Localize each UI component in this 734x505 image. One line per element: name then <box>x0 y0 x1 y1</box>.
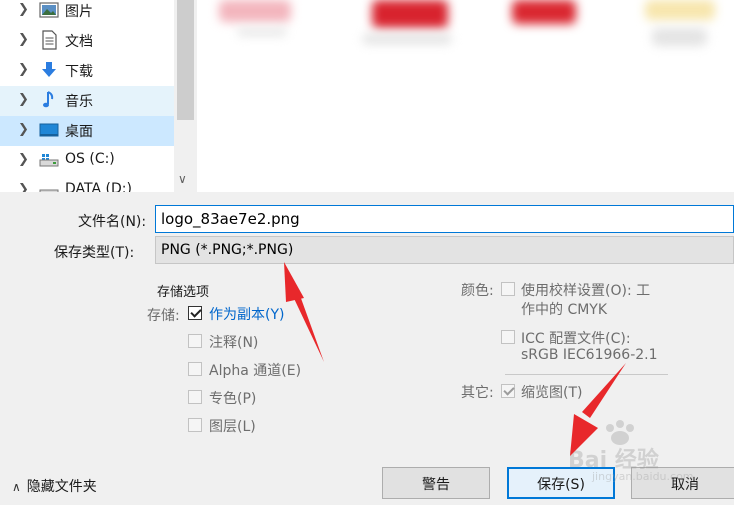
baidu-watermark: Bai 经验 jingyan.baidu.com <box>562 420 712 490</box>
tree-item-label: 桌面 <box>65 124 93 140</box>
tree-item-label: 下载 <box>65 64 93 80</box>
chevron-right-icon[interactable]: ❯ <box>18 62 29 77</box>
hide-folders-toggle[interactable]: ∧ 隐藏文件夹 <box>12 476 97 496</box>
chevron-up-icon: ∧ <box>12 480 21 494</box>
icc-profile-label-line1: ICC 配置文件(C): <box>521 331 631 347</box>
tree-item-desktop[interactable]: ❯ 桌面 <box>0 116 174 146</box>
music-note-icon <box>43 91 54 108</box>
as-copy-checkbox[interactable] <box>188 306 202 320</box>
arrow-to-filetype <box>284 262 324 362</box>
filename-input[interactable] <box>155 205 734 233</box>
as-copy-label[interactable]: 作为副本(Y) <box>209 304 284 324</box>
store-label: 存储: <box>147 308 180 324</box>
file-caption-blur <box>237 28 287 36</box>
desktop-icon <box>39 123 59 137</box>
chevron-right-icon[interactable]: ❯ <box>18 92 29 107</box>
chevron-right-icon[interactable]: ❯ <box>18 122 29 137</box>
tree-item-downloads[interactable]: ❯ 下载 <box>0 56 174 86</box>
filetype-value: PNG (*.PNG;*.PNG) <box>161 242 294 258</box>
proof-setup-label-line2: 作中的 CMYK <box>521 302 608 318</box>
spot-color-label: 专色(P) <box>209 391 257 407</box>
layers-label: 图层(L) <box>209 419 256 435</box>
tree-item-label: 图片 <box>65 4 93 20</box>
file-list-pane <box>197 0 734 192</box>
windows-drive-icon <box>39 154 59 167</box>
downloads-arrow-icon <box>42 62 56 77</box>
file-thumbnail[interactable] <box>512 0 576 24</box>
thumbnail-label: 缩览图(T) <box>521 385 583 401</box>
file-caption-blur <box>362 34 452 44</box>
tree-item-label: 文档 <box>65 34 93 50</box>
navigation-tree: ❯ 图片 ❯ 文档 ❯ 下载 ❯ 音乐 ❯ 桌面 ❯ OS (C:) ❯ DAT… <box>0 0 174 192</box>
file-thumbnail[interactable] <box>645 0 715 20</box>
filetype-select[interactable]: PNG (*.PNG;*.PNG) <box>155 236 734 264</box>
tree-item-music[interactable]: ❯ 音乐 <box>0 86 174 116</box>
color-label: 颜色: <box>461 283 494 299</box>
other-label: 其它: <box>461 385 494 401</box>
tree-item-label: DATA (D:) <box>65 181 132 192</box>
alpha-channel-checkbox <box>188 362 202 376</box>
filetype-label: 保存类型(T): <box>54 245 135 261</box>
pictures-folder-icon <box>39 2 59 18</box>
proof-setup-checkbox <box>501 282 515 296</box>
tree-item-label: OS (C:) <box>65 151 115 167</box>
file-thumbnail[interactable] <box>219 0 291 22</box>
chevron-right-icon[interactable]: ❯ <box>18 152 29 167</box>
documents-folder-icon <box>42 30 57 50</box>
scrollbar-thumb[interactable] <box>177 0 194 120</box>
chevron-right-icon[interactable]: ❯ <box>18 182 29 192</box>
tree-scrollbar[interactable]: ∨ <box>174 0 197 192</box>
watermark-url: jingyan.baidu.com <box>592 470 694 483</box>
layers-checkbox <box>188 418 202 432</box>
icc-profile-checkbox <box>501 330 515 344</box>
annotations-label: 注释(N) <box>209 335 259 351</box>
warning-button[interactable]: 警告 <box>382 467 490 499</box>
icc-profile-label-line2: sRGB IEC61966-2.1 <box>521 347 658 363</box>
proof-setup-label-line1: 使用校样设置(O): 工 <box>521 283 651 299</box>
tree-item-documents[interactable]: ❯ 文档 <box>0 26 174 56</box>
tree-item-data-drive[interactable]: ❯ DATA (D:) <box>0 176 174 192</box>
hide-folders-label: 隐藏文件夹 <box>26 479 97 495</box>
alpha-channel-label: Alpha 通道(E) <box>209 363 302 379</box>
filename-label: 文件名(N): <box>78 214 147 230</box>
tree-item-os-drive[interactable]: ❯ OS (C:) <box>0 146 174 176</box>
spot-color-checkbox <box>188 390 202 404</box>
drive-icon <box>39 189 59 192</box>
options-divider <box>505 374 668 375</box>
tree-item-label: 音乐 <box>65 94 93 110</box>
thumbnail-checkbox <box>501 384 515 398</box>
file-thumbnail[interactable] <box>372 0 448 28</box>
scroll-down-arrow-icon[interactable]: ∨ <box>178 172 187 186</box>
chevron-right-icon[interactable]: ❯ <box>18 32 29 47</box>
file-caption-blur <box>652 28 707 46</box>
annotations-checkbox <box>188 334 202 348</box>
tree-item-pictures[interactable]: ❯ 图片 <box>0 0 174 26</box>
storage-options-title: 存储选项 <box>157 285 210 300</box>
chevron-right-icon[interactable]: ❯ <box>18 2 29 17</box>
